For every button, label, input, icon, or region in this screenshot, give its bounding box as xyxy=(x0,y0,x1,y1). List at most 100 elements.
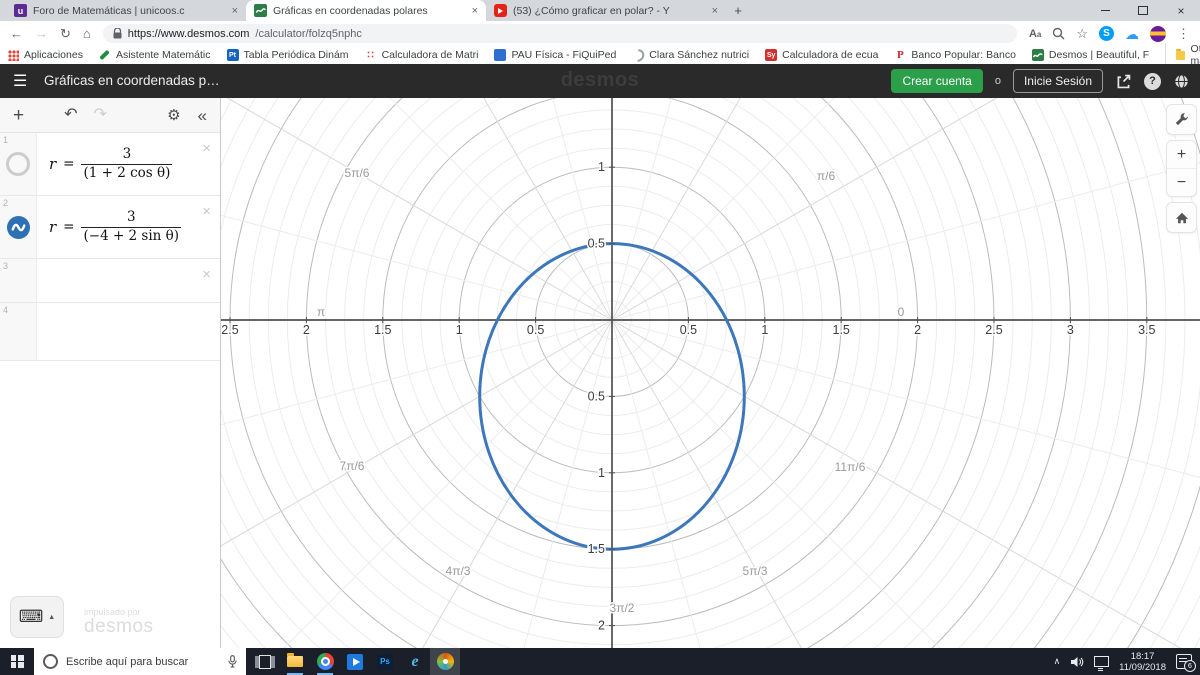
action-center-icon[interactable]: 6 xyxy=(1176,654,1196,672)
bookmark-item[interactable]: Sy Calculadora de ecua xyxy=(765,49,878,61)
expression-content[interactable]: r = 3 (1 + 2 cos θ) xyxy=(37,133,220,195)
browser-tab-2[interactable]: Gráficas en coordenadas polares × xyxy=(246,0,486,21)
browser-tab-3[interactable]: (53) ¿Cómo graficar en polar? - Y × xyxy=(486,0,726,21)
angle-label: 0 xyxy=(898,305,905,319)
sign-in-button[interactable]: Inicie Sesión xyxy=(1012,69,1103,93)
bookmark-label: PAU Física - FiQuiPed xyxy=(511,49,617,61)
lock-icon xyxy=(113,28,122,39)
create-account-button[interactable]: Crear cuenta xyxy=(891,69,983,93)
taskbar-math-app[interactable] xyxy=(430,648,460,675)
bookmark-item[interactable]: PAU Física - FiQuiPed xyxy=(494,49,616,61)
keyboard-icon: ⌨ xyxy=(18,607,44,626)
polar-gridline-ray xyxy=(611,98,998,321)
network-icon[interactable] xyxy=(1094,656,1110,669)
skype-extension-icon[interactable]: S xyxy=(1099,26,1114,41)
help-icon[interactable]: ? xyxy=(1144,72,1161,90)
show-keyboard-button[interactable]: ⌨ ▲ xyxy=(10,596,64,638)
bookmark-item[interactable]: Desmos | Beautiful, F xyxy=(1031,49,1149,61)
window-maximize-button[interactable] xyxy=(1124,0,1162,21)
polar-gridline-circle xyxy=(221,98,1200,648)
bookmark-item[interactable]: P Banco Popular: Banco xyxy=(894,49,1016,61)
home-view-icon xyxy=(1175,212,1188,223)
zoom-in-button[interactable]: + xyxy=(1167,141,1196,169)
expression-content[interactable]: r = 3 (−4 + 2 sin θ) xyxy=(37,196,220,258)
back-icon[interactable]: ← xyxy=(10,27,23,40)
fraction-numerator: 3 xyxy=(81,146,173,165)
plot-visibility-toggle-on[interactable] xyxy=(6,215,30,239)
bookmark-item[interactable]: Pt Tabla Periódica Dinám xyxy=(226,49,349,61)
new-tab-button[interactable]: + xyxy=(726,0,750,21)
add-expression-button[interactable]: + xyxy=(13,106,24,125)
microphone-icon[interactable] xyxy=(228,655,237,668)
taskbar-task-view[interactable] xyxy=(250,648,280,675)
delete-expression-icon[interactable]: × xyxy=(202,141,211,156)
graph-title[interactable]: Gráficas en coordenadas p… xyxy=(44,73,220,88)
bookmark-label: Calculadora de ecua xyxy=(782,49,879,61)
expression-row-1[interactable]: 1 r = 3 (1 + 2 cos θ) × xyxy=(0,133,220,196)
taskbar-clock[interactable]: 18:17 11/09/2018 xyxy=(1119,651,1166,673)
address-bar: ← → ↻ ⌂ https://www.desmos.com/calculato… xyxy=(0,21,1200,46)
expression-row-3[interactable]: 3 × xyxy=(0,259,220,303)
taskbar-chrome[interactable] xyxy=(310,648,340,675)
collapse-sidebar-button[interactable]: « xyxy=(198,107,207,124)
taskbar-movies-tv[interactable] xyxy=(340,648,370,675)
expression-number: 3 xyxy=(3,261,9,271)
window-minimize-button[interactable] xyxy=(1086,0,1124,21)
taskbar-photoshop[interactable]: Ps xyxy=(370,648,400,675)
home-icon[interactable]: ⌂ xyxy=(83,27,91,40)
expression-row-4[interactable]: 4 xyxy=(0,303,220,361)
edit-list-gear-button[interactable]: ⚙ xyxy=(167,108,180,123)
y-axis-label: 1.5 xyxy=(588,542,605,556)
x-axis-label: 2.5 xyxy=(221,323,238,337)
bookmark-item[interactable]: Clara Sánchez nutrici xyxy=(629,46,749,64)
delete-expression-icon[interactable]: × xyxy=(202,267,211,282)
browser-tab-1[interactable]: u Foro de Matemáticas | unicoos.c × xyxy=(6,0,246,21)
tab-close-icon[interactable]: × xyxy=(232,5,238,17)
default-view-home-button[interactable] xyxy=(1166,202,1197,233)
bookmark-item[interactable]: Asistente Matemátic xyxy=(99,49,211,61)
expression-content[interactable] xyxy=(37,259,220,302)
redo-button[interactable]: ↷ xyxy=(94,107,107,123)
start-button[interactable] xyxy=(0,648,34,675)
zoom-lens-icon[interactable] xyxy=(1052,27,1065,40)
graph-settings-wrench-button[interactable] xyxy=(1166,104,1197,135)
translate-icon[interactable]: Aa xyxy=(1029,28,1041,40)
x-axis-label: 2.5 xyxy=(985,323,1002,337)
folder-icon xyxy=(1176,48,1185,60)
delete-expression-icon[interactable]: × xyxy=(202,204,211,219)
graph-paper[interactable]: 2.5 2 1.5 1 0.5 0.5 1 1.5 2 2.5 3 3.5 1 0.5 0.5 1 1.5 2 5π… xyxy=(221,98,1200,648)
tab-title: Foro de Matemáticas | unicoos.c xyxy=(33,4,185,17)
menu-hamburger-icon[interactable]: ☰ xyxy=(13,71,27,91)
tab-close-icon[interactable]: × xyxy=(472,5,478,17)
zoom-out-button[interactable]: − xyxy=(1167,169,1196,196)
expression-gutter: 1 xyxy=(0,133,37,195)
bookmark-label: Banco Popular: Banco xyxy=(911,49,1016,61)
bookmark-star-icon[interactable]: ☆ xyxy=(1076,27,1088,40)
taskbar-search-input[interactable]: Escribe aquí para buscar xyxy=(34,648,246,675)
cloud-extension-icon[interactable]: ☁ xyxy=(1125,27,1139,41)
reload-icon[interactable]: ↻ xyxy=(60,27,71,40)
tray-expand-chevron-icon[interactable]: ∧ xyxy=(1054,656,1061,667)
expression-content[interactable] xyxy=(37,303,220,360)
polar-gridline-circle xyxy=(221,98,1200,648)
taskbar-internet-explorer[interactable]: e xyxy=(400,648,430,675)
chrome-icon xyxy=(316,653,334,670)
share-icon[interactable] xyxy=(1115,73,1132,90)
url-field[interactable]: https://www.desmos.com/calculator/folzq5… xyxy=(102,24,1017,43)
forward-icon[interactable]: → xyxy=(35,27,48,40)
bookmark-item[interactable]: Aplicaciones xyxy=(8,49,83,61)
angle-label: 5π/3 xyxy=(743,564,768,578)
taskbar-file-explorer[interactable] xyxy=(280,648,310,675)
polar-grid-canvas[interactable]: 2.5 2 1.5 1 0.5 0.5 1 1.5 2 2.5 3 3.5 1 0.5 0.5 1 1.5 2 5π… xyxy=(221,98,1200,648)
plot-visibility-toggle-off[interactable] xyxy=(6,152,30,176)
speaker-icon[interactable] xyxy=(1070,656,1084,668)
expression-row-2[interactable]: 2 r = 3 (−4 + 2 sin θ) × xyxy=(0,196,220,259)
bookmark-item[interactable]: ∷ Calculadora de Matri xyxy=(365,49,478,61)
browser-menu-icon[interactable]: ⋮ xyxy=(1177,27,1190,40)
profile-avatar[interactable] xyxy=(1150,25,1166,42)
window-close-button[interactable]: × xyxy=(1162,0,1200,21)
language-globe-icon[interactable] xyxy=(1173,73,1190,90)
polar-gridline-circle xyxy=(221,98,1200,648)
tab-close-icon[interactable]: × xyxy=(712,5,718,17)
undo-button[interactable]: ↶ xyxy=(64,107,77,123)
